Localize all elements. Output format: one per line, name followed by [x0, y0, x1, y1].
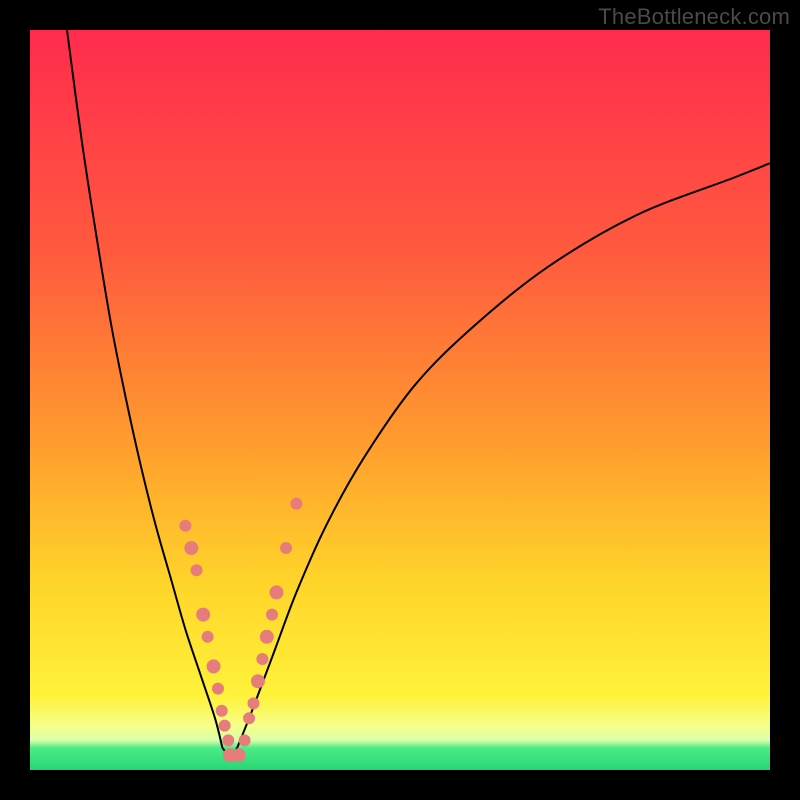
data-marker: [269, 585, 283, 599]
data-marker: [212, 683, 224, 695]
data-marker: [256, 653, 268, 665]
plot-area: [30, 30, 770, 770]
data-marker: [216, 705, 228, 717]
data-marker: [222, 734, 234, 746]
data-marker: [243, 712, 255, 724]
watermark-text: TheBottleneck.com: [598, 4, 790, 30]
data-marker: [280, 542, 292, 554]
data-marker: [196, 608, 210, 622]
markers: [179, 498, 302, 763]
data-marker: [232, 748, 246, 762]
data-marker: [260, 630, 274, 644]
data-marker: [251, 674, 265, 688]
data-marker: [290, 498, 302, 510]
data-marker: [184, 541, 198, 555]
data-marker: [191, 564, 203, 576]
data-marker: [179, 520, 191, 532]
data-marker: [207, 659, 221, 673]
data-marker: [239, 734, 251, 746]
chart-frame: TheBottleneck.com: [0, 0, 800, 800]
series-right-branch: [237, 163, 770, 748]
data-marker: [219, 720, 231, 732]
series-left-branch: [67, 30, 222, 748]
data-marker: [266, 609, 278, 621]
data-marker: [247, 697, 259, 709]
data-marker: [202, 631, 214, 643]
chart-svg: [30, 30, 770, 770]
